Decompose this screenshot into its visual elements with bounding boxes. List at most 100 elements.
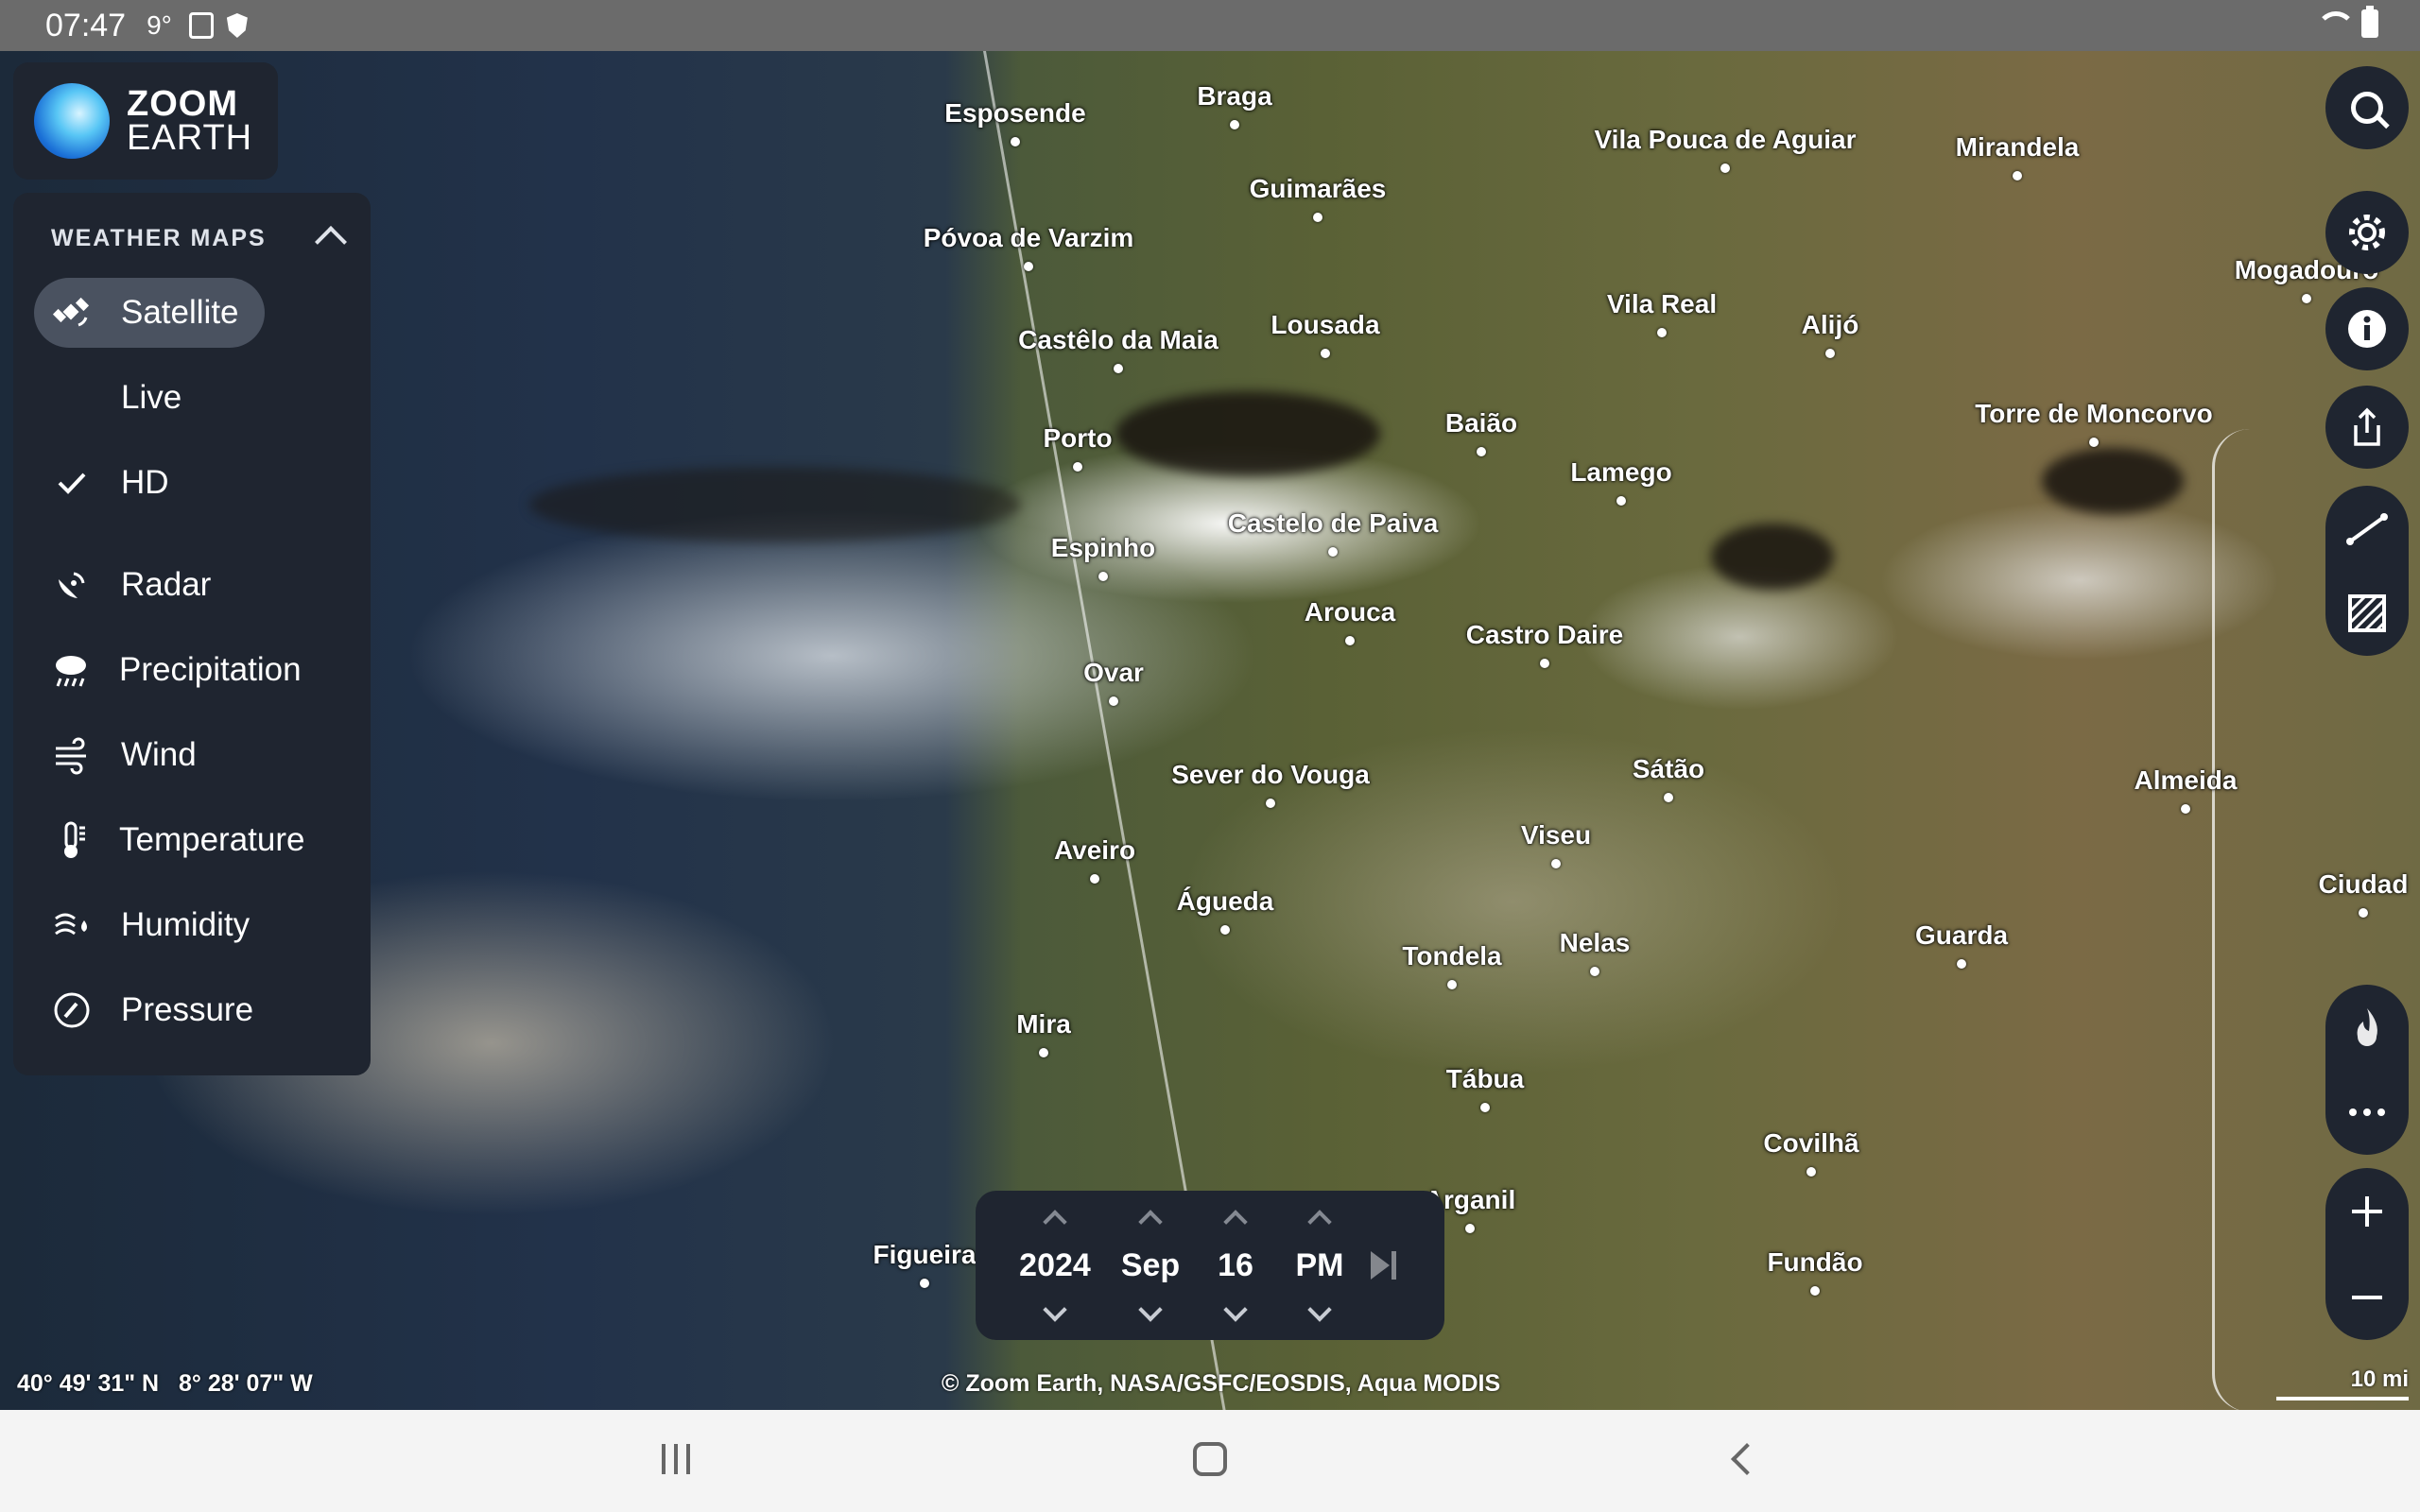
city-marker[interactable] [1480, 1103, 1490, 1112]
city-label: Nelas [1559, 928, 1631, 957]
overlay-tools [2325, 985, 2409, 1155]
fires-button[interactable] [2325, 993, 2409, 1061]
menu-item-hd[interactable]: HD [34, 448, 265, 518]
info-icon [2348, 310, 2386, 348]
city-marker[interactable] [1024, 262, 1033, 271]
city-marker[interactable] [1039, 1048, 1048, 1057]
home-icon[interactable] [1193, 1442, 1227, 1476]
menu-item-wind[interactable]: Wind [34, 720, 265, 790]
share-button[interactable] [2325, 386, 2409, 469]
day-down-chevron-icon[interactable] [1223, 1297, 1248, 1322]
city-marker[interactable] [1477, 447, 1486, 456]
city-marker[interactable] [1098, 572, 1108, 581]
city-label: Figueira [873, 1240, 977, 1269]
city-marker[interactable] [1590, 967, 1599, 976]
city-marker[interactable] [1345, 636, 1355, 645]
city-marker[interactable] [1073, 462, 1082, 472]
city-label: Guimarães [1249, 174, 1387, 203]
city-label: Arouca [1304, 597, 1396, 627]
more-button[interactable] [2325, 1078, 2409, 1146]
city-marker[interactable] [2359, 908, 2368, 918]
latitude: 40° 49' 31" N [17, 1370, 160, 1397]
city-marker[interactable] [1109, 696, 1118, 706]
back-icon[interactable] [1731, 1443, 1763, 1475]
settings-button[interactable] [2325, 191, 2409, 274]
city-marker[interactable] [1720, 163, 1730, 173]
city-label: Tondela [1402, 941, 1502, 971]
checkmark-icon [51, 462, 93, 504]
battery-icon [2361, 6, 2378, 38]
month-up-chevron-icon[interactable] [1138, 1209, 1163, 1234]
city-marker[interactable] [1957, 959, 1966, 969]
city-marker[interactable] [1011, 137, 1020, 146]
city-marker[interactable] [920, 1279, 929, 1288]
humidity-icon [51, 904, 93, 946]
city-marker[interactable] [2302, 294, 2311, 303]
pressure-gauge-icon [51, 989, 93, 1031]
year-column: 2024 [1017, 1191, 1093, 1340]
burn-scar [529, 467, 1021, 542]
city-label: Castro Daire [1465, 620, 1624, 649]
city-marker[interactable] [2181, 804, 2190, 814]
city-marker[interactable] [1806, 1167, 1816, 1177]
city-marker[interactable] [1328, 547, 1338, 557]
city-marker[interactable] [1465, 1224, 1475, 1233]
city-marker[interactable] [1616, 496, 1626, 506]
city-label: Aveiro [1053, 835, 1136, 865]
thermometer-icon [51, 819, 91, 861]
info-button[interactable] [2325, 287, 2409, 370]
city-marker[interactable] [1114, 364, 1123, 373]
year-up-chevron-icon[interactable] [1043, 1209, 1067, 1234]
city-marker[interactable] [1266, 799, 1275, 808]
city-marker[interactable] [2089, 438, 2099, 447]
measure-area-button[interactable] [2325, 579, 2409, 647]
menu-item-satellite[interactable]: Satellite [34, 278, 265, 348]
city-marker[interactable] [1447, 980, 1457, 989]
measure-distance-button[interactable] [2325, 494, 2409, 562]
zoom-in-button[interactable] [2325, 1177, 2409, 1246]
city-marker[interactable] [1313, 213, 1322, 222]
city-marker[interactable] [1090, 874, 1099, 884]
city-marker[interactable] [1551, 859, 1561, 868]
chevron-up-icon[interactable] [315, 226, 347, 258]
day-up-chevron-icon[interactable] [1223, 1209, 1248, 1234]
city-marker[interactable] [1810, 1286, 1820, 1296]
city-label: Vila Real [1606, 289, 1718, 318]
city-marker[interactable] [1230, 120, 1239, 129]
period-down-chevron-icon[interactable] [1307, 1297, 1332, 1322]
menu-item-pressure[interactable]: Pressure [34, 975, 265, 1045]
menu-item-radar[interactable]: Radar [34, 550, 265, 620]
measure-tools [2325, 486, 2409, 656]
period-up-chevron-icon[interactable] [1307, 1209, 1332, 1234]
satellite-icon [51, 292, 93, 334]
city-marker[interactable] [1825, 349, 1835, 358]
city-marker[interactable] [1540, 659, 1549, 668]
zoom-earth-logo[interactable]: ZOOM EARTH [13, 62, 278, 180]
zoom-out-icon [2352, 1295, 2382, 1299]
shield-icon [226, 13, 248, 38]
city-marker[interactable] [1664, 793, 1673, 802]
search-button[interactable] [2325, 66, 2409, 149]
burn-scar [1115, 391, 1380, 476]
menu-item-humidity[interactable]: Humidity [34, 890, 265, 960]
year-down-chevron-icon[interactable] [1043, 1297, 1067, 1322]
city-marker[interactable] [2013, 171, 2022, 180]
city-marker[interactable] [1220, 925, 1230, 935]
map-attribution[interactable]: © Zoom Earth, NASA/GSFC/EOSDIS, Aqua MOD… [942, 1370, 1500, 1398]
scale-bar [2276, 1397, 2409, 1400]
zoom-out-button[interactable] [2325, 1263, 2409, 1332]
burn-scar [2042, 448, 2184, 514]
city-label: Águeda [1176, 886, 1274, 916]
city-marker[interactable] [1657, 328, 1667, 337]
city-marker[interactable] [1321, 349, 1330, 358]
city-label: Viseu [1520, 820, 1592, 850]
skip-to-latest-icon[interactable] [1371, 1249, 1399, 1281]
city-label: Alijó [1801, 310, 1859, 339]
menu-item-precipitation[interactable]: Precipitation [34, 635, 302, 705]
zoom-controls [2325, 1168, 2409, 1340]
search-icon [2351, 92, 2383, 124]
menu-item-temperature[interactable]: Temperature [34, 805, 304, 875]
month-down-chevron-icon[interactable] [1138, 1297, 1163, 1322]
recent-apps-icon[interactable] [662, 1444, 690, 1474]
menu-item-live[interactable]: Live [34, 363, 265, 433]
